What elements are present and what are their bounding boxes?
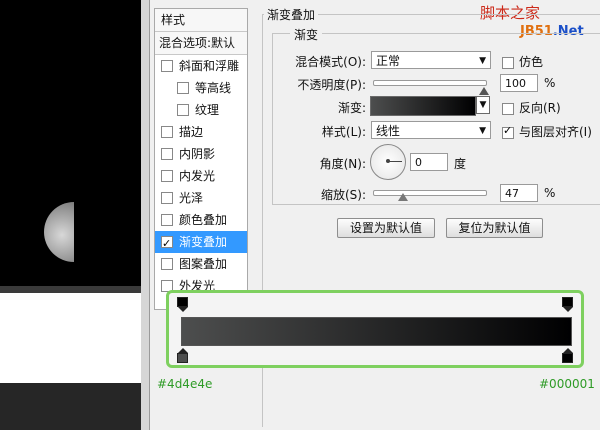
style-item-label: 纹理 xyxy=(195,103,220,117)
blend-mode-value: 正常 xyxy=(376,54,401,68)
style-item-checkbox[interactable] xyxy=(161,213,173,226)
style-item-checkbox[interactable] xyxy=(161,169,173,182)
dither-checkbox[interactable]: 仿色 xyxy=(502,53,543,70)
align-label: 与图层对齐(I) xyxy=(519,125,592,139)
end-color-hex: #000001 xyxy=(539,377,595,391)
opacity-slider-thumb[interactable] xyxy=(479,87,489,95)
chevron-down-icon: ▼ xyxy=(479,100,487,110)
scale-label: 缩放(S): xyxy=(320,188,366,202)
chevron-down-icon: ▼ xyxy=(479,126,486,136)
start-color-hex: #4d4e4e xyxy=(157,377,213,391)
style-item-label: 斜面和浮雕 xyxy=(179,59,240,73)
style-item-9[interactable]: 图案叠加 xyxy=(155,253,247,275)
style-item-0[interactable]: 斜面和浮雕 xyxy=(155,55,247,77)
opacity-input[interactable]: 100 xyxy=(500,74,538,92)
style-item-label: 光泽 xyxy=(179,191,204,205)
style-item-3[interactable]: 描边 xyxy=(155,121,247,143)
style-item-label: 内发光 xyxy=(179,169,216,183)
style-item-label: 内阴影 xyxy=(179,147,216,161)
style-item-1[interactable]: 等高线 xyxy=(155,77,247,99)
styles-header[interactable]: 样式 xyxy=(155,9,247,32)
chevron-down-icon: ▼ xyxy=(479,56,486,66)
color-stop-left[interactable] xyxy=(177,348,188,363)
style-item-checkbox[interactable] xyxy=(177,103,189,116)
align-with-layer-checkbox[interactable]: 与图层对齐(I) xyxy=(502,123,592,140)
angle-dial-center xyxy=(386,159,390,163)
opacity-stop-pointer xyxy=(178,307,188,312)
style-label: 样式(L): xyxy=(321,125,366,139)
blend-mode-label: 混合模式(O): xyxy=(295,55,366,69)
align-checkbox-box[interactable] xyxy=(502,124,514,139)
gradient-circle-shape xyxy=(44,202,74,262)
reverse-checkbox[interactable]: 反向(R) xyxy=(502,99,561,116)
color-stop-swatch xyxy=(562,353,573,363)
section-title: 渐变 xyxy=(290,26,323,43)
scale-input[interactable]: 47 xyxy=(500,184,538,202)
style-item-checkbox[interactable] xyxy=(161,257,173,270)
color-stop-swatch xyxy=(177,353,188,363)
gradient-style-select[interactable]: 线性 ▼ xyxy=(371,121,491,139)
reset-default-button[interactable]: 复位为默认值 xyxy=(446,218,543,238)
reverse-label: 反向(R) xyxy=(519,101,561,115)
angle-dial-needle xyxy=(388,161,402,162)
style-item-label: 颜色叠加 xyxy=(179,213,228,227)
panel-title: 渐变叠加 xyxy=(264,6,319,23)
style-item-4[interactable]: 内阴影 xyxy=(155,143,247,165)
blending-options-item[interactable]: 混合选项:默认 xyxy=(155,32,247,55)
opacity-percent: % xyxy=(544,76,556,90)
angle-degree-unit: 度 xyxy=(454,157,467,171)
gradient-editor-highlight xyxy=(166,290,584,368)
style-item-checkbox[interactable] xyxy=(161,191,173,204)
style-item-2[interactable]: 纹理 xyxy=(155,99,247,121)
scale-percent: % xyxy=(544,186,556,200)
gradient-style-value: 线性 xyxy=(376,124,401,138)
scale-slider-track[interactable] xyxy=(373,190,487,196)
style-item-6[interactable]: 光泽 xyxy=(155,187,247,209)
scale-slider-thumb[interactable] xyxy=(398,193,409,201)
gradient-ramp-bar[interactable] xyxy=(181,317,572,346)
style-item-label: 等高线 xyxy=(195,81,232,95)
angle-dial[interactable] xyxy=(370,144,406,180)
opacity-stop-pointer xyxy=(563,307,573,312)
panel-divider xyxy=(141,0,150,430)
style-item-checkbox[interactable] xyxy=(177,81,189,94)
opacity-slider-track[interactable] xyxy=(373,80,487,86)
blend-mode-select[interactable]: 正常 ▼ xyxy=(371,51,491,69)
opacity-stop-swatch xyxy=(177,297,188,307)
style-item-checkbox[interactable] xyxy=(161,125,173,138)
canvas-dark-bottom xyxy=(0,383,141,430)
style-item-7[interactable]: 颜色叠加 xyxy=(155,209,247,231)
layer-style-list: 样式 混合选项:默认 斜面和浮雕等高线纹理描边内阴影内发光光泽颜色叠加渐变叠加图… xyxy=(154,8,248,310)
angle-label: 角度(N): xyxy=(319,157,366,171)
make-default-button[interactable]: 设置为默认值 xyxy=(337,218,435,238)
dither-checkbox-box[interactable] xyxy=(502,56,514,69)
document-canvas xyxy=(0,0,141,430)
reverse-checkbox-box[interactable] xyxy=(502,102,514,115)
canvas-white-layer xyxy=(0,293,141,383)
gradient-label: 渐变: xyxy=(337,101,366,115)
style-item-checkbox[interactable] xyxy=(161,147,173,160)
style-item-label: 描边 xyxy=(179,125,204,139)
style-item-label: 图案叠加 xyxy=(179,257,228,271)
style-item-checkbox[interactable] xyxy=(161,233,173,255)
opacity-stop-right[interactable] xyxy=(562,297,573,312)
gradient-preview-field[interactable] xyxy=(370,96,476,116)
style-item-5[interactable]: 内发光 xyxy=(155,165,247,187)
dither-label: 仿色 xyxy=(519,55,544,69)
opacity-stop-swatch xyxy=(562,297,573,307)
style-item-8[interactable]: 渐变叠加 xyxy=(155,231,247,255)
gradient-dropdown-button[interactable]: ▼ xyxy=(476,96,490,114)
style-item-label: 渐变叠加 xyxy=(179,235,228,249)
color-stop-right[interactable] xyxy=(562,348,573,363)
opacity-label: 不透明度(P): xyxy=(297,78,366,92)
style-item-checkbox[interactable] xyxy=(161,59,173,72)
angle-input[interactable]: 0 xyxy=(410,153,448,171)
opacity-stop-left[interactable] xyxy=(177,297,188,312)
